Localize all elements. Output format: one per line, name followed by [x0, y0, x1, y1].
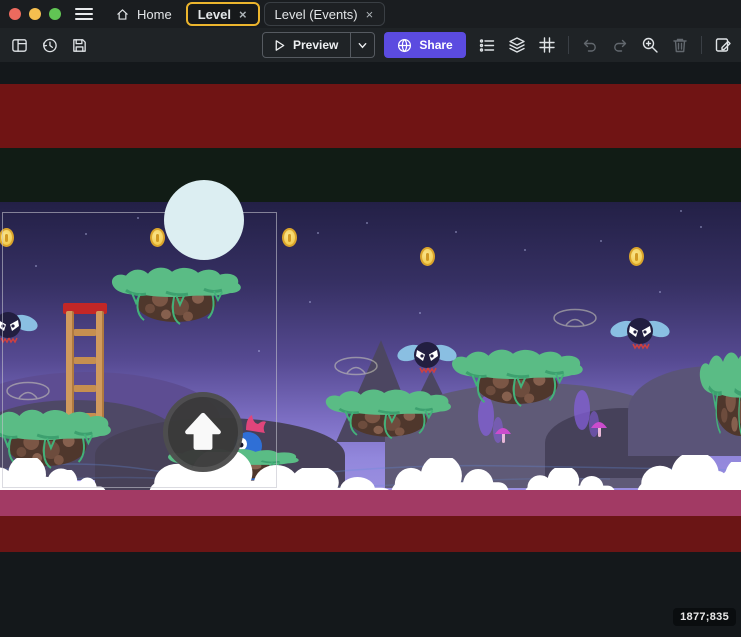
- chevron-down-icon: [357, 40, 368, 51]
- toolbar: Preview Share: [0, 28, 741, 62]
- wind-gust-object[interactable]: [552, 308, 598, 330]
- preview-dropdown-button[interactable]: [350, 33, 374, 57]
- hamburger-menu-icon[interactable]: [75, 8, 93, 20]
- jump-arrow-hud-button[interactable]: [163, 392, 243, 472]
- panels-icon[interactable]: [6, 32, 32, 58]
- tab-home[interactable]: Home: [105, 2, 182, 26]
- toolbar-divider: [701, 36, 702, 54]
- share-button-label: Share: [419, 38, 452, 52]
- instances-list-icon[interactable]: [474, 32, 500, 58]
- tab-level-label: Level: [198, 7, 231, 22]
- coin-object[interactable]: [629, 247, 644, 266]
- island-right-edge-object[interactable]: [696, 350, 741, 442]
- pink-ground-band[interactable]: [0, 490, 741, 516]
- save-icon[interactable]: [66, 32, 92, 58]
- star-dot: [419, 312, 421, 314]
- cloud-object[interactable]: [700, 462, 741, 490]
- scene-properties-icon[interactable]: [710, 32, 736, 58]
- grid-icon[interactable]: [534, 32, 560, 58]
- moon-object[interactable]: [164, 180, 244, 260]
- zoom-in-icon[interactable]: [637, 32, 663, 58]
- tab-home-label: Home: [137, 7, 172, 22]
- tab-level-events[interactable]: Level (Events) ×: [264, 2, 386, 26]
- cursor-coordinates-badge: 1877;835: [673, 608, 736, 626]
- play-icon: [273, 39, 286, 52]
- history-icon[interactable]: [36, 32, 62, 58]
- star-dot: [317, 232, 319, 234]
- preview-button-label: Preview: [293, 38, 338, 52]
- dark-red-ground-band[interactable]: [0, 516, 741, 552]
- star-dot: [524, 249, 526, 251]
- scene-editor-canvas[interactable]: 1877;835: [0, 62, 741, 637]
- cloud-object[interactable]: [520, 468, 620, 490]
- star-dot: [309, 301, 311, 303]
- wind-gust-object[interactable]: [333, 356, 379, 378]
- tab-level-close-icon[interactable]: ×: [238, 7, 248, 22]
- preview-button[interactable]: Preview: [262, 32, 375, 58]
- red-platform-band[interactable]: [0, 84, 741, 148]
- tab-level-events-close-icon[interactable]: ×: [365, 7, 375, 22]
- coin-object[interactable]: [282, 228, 297, 247]
- island-mid-right-object[interactable]: [446, 348, 588, 408]
- star-dot: [366, 222, 368, 224]
- home-icon: [115, 7, 130, 22]
- gdevelop-window: Home Level × Level (Events) ×: [0, 0, 741, 637]
- layers-icon[interactable]: [504, 32, 530, 58]
- share-button[interactable]: Share: [384, 32, 465, 58]
- preview-button-main[interactable]: Preview: [263, 38, 350, 52]
- bat-enemy-object[interactable]: [610, 313, 670, 353]
- bat-enemy-object[interactable]: [397, 337, 457, 377]
- arrow-up-icon: [177, 406, 229, 458]
- island-center-object[interactable]: [320, 388, 456, 440]
- dark-backdrop-band: [0, 148, 741, 202]
- star-dot: [600, 240, 602, 242]
- star-dot: [680, 210, 682, 212]
- globe-icon: [397, 38, 412, 53]
- toolbar-center-group: Preview Share: [262, 32, 466, 58]
- tab-level-events-label: Level (Events): [275, 7, 358, 22]
- star-dot: [455, 231, 457, 233]
- toolbar-divider: [568, 36, 569, 54]
- star-dot: [700, 226, 702, 228]
- undo-icon[interactable]: [577, 32, 603, 58]
- tab-bar: Home Level × Level (Events) ×: [105, 0, 389, 28]
- close-window-button[interactable]: [9, 8, 21, 20]
- tab-level[interactable]: Level ×: [186, 2, 260, 26]
- minimize-window-button[interactable]: [29, 8, 41, 20]
- redo-icon[interactable]: [607, 32, 633, 58]
- trash-icon[interactable]: [667, 32, 693, 58]
- cloud-object[interactable]: [385, 458, 515, 490]
- star-dot: [659, 291, 661, 293]
- zoom-window-button[interactable]: [49, 8, 61, 20]
- toolbar-left-group: [6, 32, 92, 58]
- coin-object[interactable]: [420, 247, 435, 266]
- titlebar: Home Level × Level (Events) ×: [0, 0, 741, 28]
